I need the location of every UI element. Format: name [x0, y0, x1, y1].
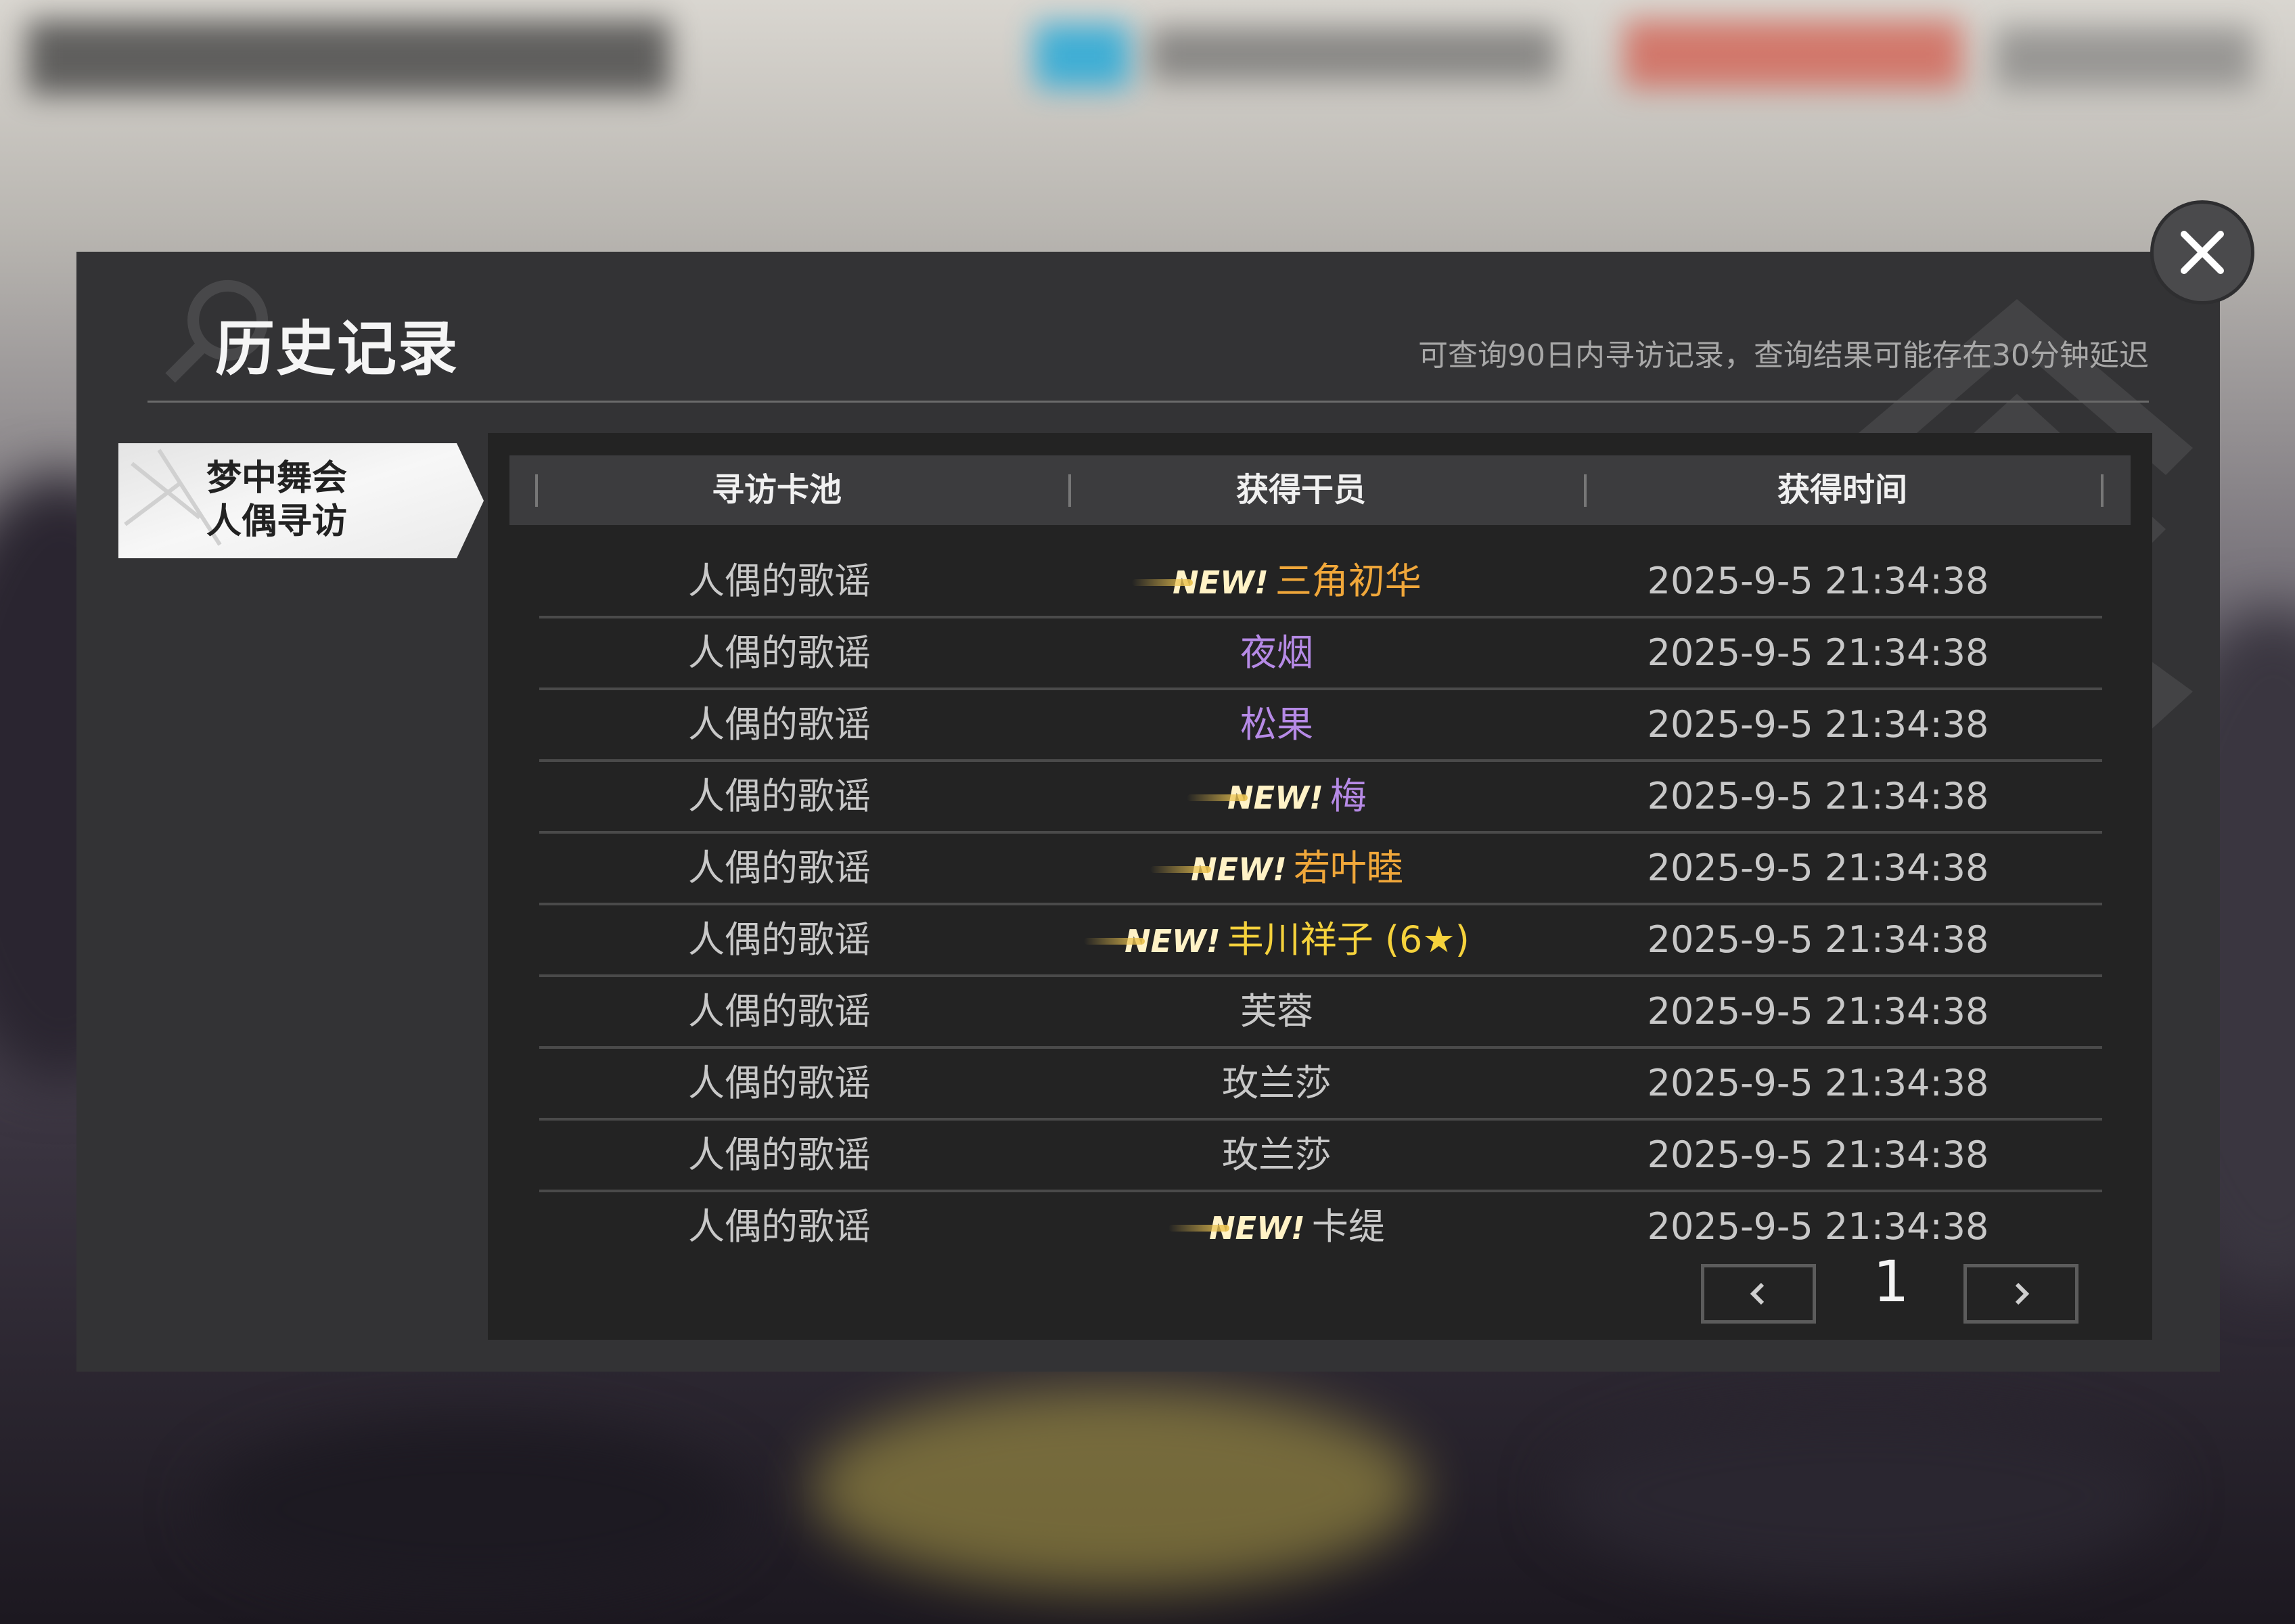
prev-page-button[interactable] — [1701, 1264, 1816, 1324]
cell-pool: 人偶的歌谣 — [688, 560, 871, 602]
new-badge: NEW! — [1187, 763, 1323, 832]
table-row: 人偶的歌谣 松果 2025-9-5 21:34:38 — [539, 690, 2102, 762]
cell-time: 2025-9-5 21:34:38 — [1647, 775, 1989, 817]
cell-operator: NEW! 三角初华 — [1020, 547, 1534, 616]
tab-label-line1: 梦中舞会 — [206, 458, 348, 499]
table-row: 人偶的歌谣 夜烟 2025-9-5 21:34:38 — [539, 618, 2102, 690]
dialog-title: 历史记录 — [215, 314, 459, 384]
operator-name: 松果 — [1240, 703, 1313, 746]
history-dialog: 历史记录 可查询90日内寻访记录，查询结果可能存在30分钟延迟 梦中舞会 人偶寻… — [76, 252, 2220, 1372]
cell-time: 2025-9-5 21:34:38 — [1647, 560, 1989, 602]
new-badge: NEW! — [1084, 907, 1221, 976]
operator-name: 玫兰莎 — [1222, 1062, 1332, 1104]
tab-dream-ball-doll-gacha[interactable]: 梦中舞会 人偶寻访 — [118, 443, 484, 558]
query-notice: 可查询90日内寻访记录，查询结果可能存在30分钟延迟 — [1418, 338, 2149, 373]
operator-name: 芙蓉 — [1240, 990, 1313, 1033]
cell-time: 2025-9-5 21:34:38 — [1647, 1205, 1989, 1248]
operator-name: 三角初华 — [1275, 560, 1422, 602]
next-page-button[interactable] — [1963, 1264, 2078, 1324]
current-page-number: 1 — [1873, 1248, 1909, 1315]
table-row: 人偶的歌谣 玫兰莎 2025-9-5 21:34:38 — [539, 1121, 2102, 1192]
operator-name: 玫兰莎 — [1222, 1133, 1332, 1176]
table-row: 人偶的歌谣 NEW! 若叶睦 2025-9-5 21:34:38 — [539, 834, 2102, 905]
header-pool: 寻访卡池 — [711, 471, 842, 509]
table-header: 寻访卡池 获得干员 获得时间 — [509, 455, 2131, 525]
table-row: 人偶的歌谣 NEW! 丰川祥子 (6★) 2025-9-5 21:34:38 — [539, 905, 2102, 977]
cell-time: 2025-9-5 21:34:38 — [1647, 1133, 1989, 1176]
new-badge: NEW! — [1132, 548, 1269, 617]
tab-label-line2: 人偶寻访 — [206, 501, 348, 542]
header-time: 获得时间 — [1777, 471, 1907, 509]
cell-pool: 人偶的歌谣 — [688, 775, 871, 817]
cell-time: 2025-9-5 21:34:38 — [1647, 918, 1989, 961]
history-table: 寻访卡池 获得干员 获得时间 人偶的歌谣 NEW! 三角初华 2025-9-5 21:… — [488, 433, 2152, 1340]
new-badge: NEW! — [1168, 1194, 1305, 1263]
cell-operator: NEW! 丰川祥子 (6★) — [1020, 905, 1534, 974]
cell-operator: NEW! 梅 — [1020, 762, 1534, 831]
operator-name: 夜烟 — [1240, 631, 1313, 674]
chevron-right-icon — [2015, 1282, 2030, 1305]
cell-time: 2025-9-5 21:34:38 — [1647, 990, 1989, 1033]
cell-time: 2025-9-5 21:34:38 — [1647, 703, 1989, 746]
new-badge: NEW! — [1150, 835, 1287, 904]
cell-operator: 玫兰莎 — [1020, 1121, 1534, 1190]
header-operator: 获得干员 — [1235, 471, 1366, 509]
cell-time: 2025-9-5 21:34:38 — [1647, 847, 1989, 889]
cell-operator: NEW! 若叶睦 — [1020, 834, 1534, 903]
operator-name: 丰川祥子 (6★) — [1227, 918, 1470, 961]
cell-time: 2025-9-5 21:34:38 — [1647, 1062, 1989, 1104]
table-row: 人偶的歌谣 芙蓉 2025-9-5 21:34:38 — [539, 977, 2102, 1049]
operator-name: 若叶睦 — [1293, 847, 1403, 889]
table-row: 人偶的歌谣 NEW! 三角初华 2025-9-5 21:34:38 — [539, 547, 2102, 618]
table-row: 人偶的歌谣 玫兰莎 2025-9-5 21:34:38 — [539, 1049, 2102, 1121]
cell-pool: 人偶的歌谣 — [688, 703, 871, 746]
cell-operator: 芙蓉 — [1020, 977, 1534, 1046]
cell-pool: 人偶的歌谣 — [688, 1133, 871, 1176]
cell-operator: 松果 — [1020, 690, 1534, 759]
cell-pool: 人偶的歌谣 — [688, 1062, 871, 1104]
cell-pool: 人偶的歌谣 — [688, 1205, 871, 1248]
cell-pool: 人偶的歌谣 — [688, 631, 871, 674]
operator-name: 梅 — [1330, 775, 1367, 817]
operator-name: 卡缇 — [1311, 1205, 1385, 1248]
cell-time: 2025-9-5 21:34:38 — [1647, 631, 1989, 674]
cell-operator: NEW! 卡缇 — [1020, 1192, 1534, 1261]
chevron-left-icon — [1750, 1282, 1765, 1305]
header-separator — [2101, 474, 2104, 507]
table-row: 人偶的歌谣 NEW! 梅 2025-9-5 21:34:38 — [539, 762, 2102, 834]
close-icon — [2181, 231, 2224, 274]
cell-pool: 人偶的歌谣 — [688, 990, 871, 1033]
cell-operator: 夜烟 — [1020, 618, 1534, 687]
cell-operator: 玫兰莎 — [1020, 1049, 1534, 1118]
cell-pool: 人偶的歌谣 — [688, 847, 871, 889]
cell-pool: 人偶的歌谣 — [688, 918, 871, 961]
title-divider — [147, 401, 2149, 403]
close-button[interactable] — [2150, 200, 2254, 304]
